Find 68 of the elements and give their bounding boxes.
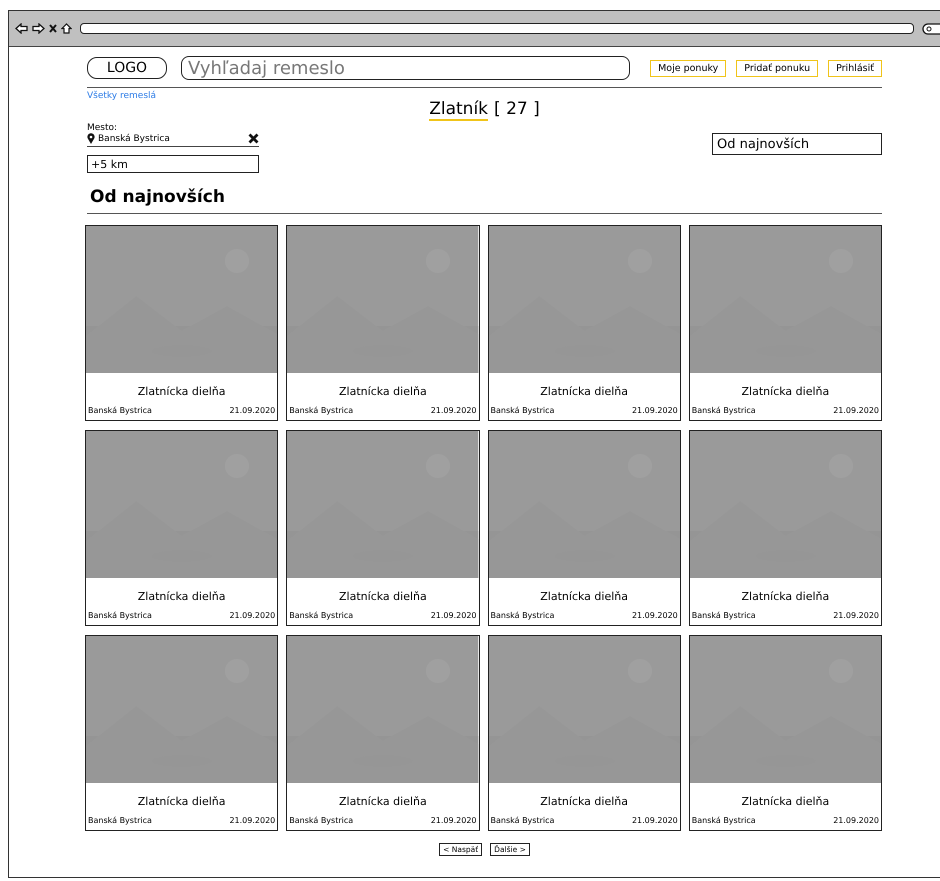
home-icon[interactable] bbox=[61, 23, 72, 34]
nav-button[interactable]: Moje ponuky bbox=[650, 60, 726, 76]
listing-city: Banská Bystrica bbox=[692, 816, 756, 825]
listing-city: Banská Bystrica bbox=[490, 816, 554, 825]
listing-date: 21.09.2020 bbox=[632, 816, 678, 825]
listing-city: Banská Bystrica bbox=[289, 816, 354, 825]
back-icon[interactable] bbox=[15, 23, 28, 34]
listing-city: Banská Bystrica bbox=[88, 611, 152, 620]
listing-title: Zlatnícka dielňa bbox=[539, 590, 629, 603]
listing-city: Banská Bystrica bbox=[88, 406, 152, 415]
address-bar[interactable] bbox=[80, 23, 914, 34]
close-icon[interactable] bbox=[49, 24, 57, 33]
logo[interactable]: LOGO bbox=[87, 57, 167, 79]
listing-date: 21.09.2020 bbox=[229, 611, 276, 620]
listing-title: Zlatnícka dielňa bbox=[740, 590, 830, 603]
listing-card[interactable]: Zlatnícka dielňa Banská Bystrica 21.09.2020 bbox=[488, 225, 681, 421]
search-field[interactable]: Vyhľadaj remeslo bbox=[181, 56, 630, 80]
listing-date: 21.09.2020 bbox=[430, 611, 476, 620]
listing-date: 21.09.2020 bbox=[632, 611, 678, 620]
listing-date: 21.09.2020 bbox=[632, 406, 678, 415]
listing-date: 21.09.2020 bbox=[833, 816, 879, 825]
listing-title: Zlatnícka dielňa bbox=[338, 795, 428, 808]
listing-title: Zlatnícka dielňa bbox=[740, 385, 830, 398]
listing-card[interactable]: Zlatnícka dielňa Banská Bystrica 21.09.2020 bbox=[85, 225, 278, 421]
listing-city: Banská Bystrica bbox=[289, 611, 354, 620]
listing-title: Zlatnícka dielňa bbox=[136, 385, 226, 398]
listing-title: Zlatnícka dielňa bbox=[539, 795, 629, 808]
sort-field[interactable]: Od najnovších bbox=[712, 133, 882, 155]
listing-city: Banská Bystrica bbox=[88, 816, 152, 825]
listing-city: Banská Bystrica bbox=[490, 406, 554, 415]
listing-city: Banská Bystrica bbox=[692, 406, 756, 415]
listing-date: 21.09.2020 bbox=[833, 611, 879, 620]
location-pin-icon bbox=[87, 133, 95, 144]
category-title: Zlatník bbox=[429, 99, 488, 121]
listing-card[interactable]: Zlatnícka dielňa Banská Bystrica 21.09.2020 bbox=[688, 430, 882, 626]
listing-title: Zlatnícka dielňa bbox=[539, 385, 629, 398]
listing-card[interactable]: Zlatnícka dielňa Banská Bystrica 21.09.2020 bbox=[286, 635, 480, 831]
result-count: [ 27 ] bbox=[494, 99, 540, 121]
listing-title: Zlatnícka dielňa bbox=[338, 385, 428, 398]
listing-title: Zlatnícka dielňa bbox=[136, 795, 226, 808]
listing-title: Zlatnícka dielňa bbox=[136, 590, 226, 603]
nav-button[interactable]: Pridať ponuku bbox=[736, 60, 818, 76]
forward-icon[interactable] bbox=[32, 23, 45, 34]
listing-card[interactable]: Zlatnícka dielňa Banská Bystrica 21.09.2020 bbox=[85, 635, 278, 831]
listing-card[interactable]: Zlatnícka dielňa Banská Bystrica 21.09.2020 bbox=[488, 635, 681, 831]
listing-card[interactable]: Zlatnícka dielňa Banská Bystrica 21.09.2020 bbox=[286, 430, 480, 626]
city-value: Banská Bystrica bbox=[98, 134, 171, 144]
clear-icon[interactable] bbox=[248, 133, 259, 144]
distance-field[interactable]: +5 km bbox=[87, 155, 259, 173]
listing-title: Zlatnícka dielňa bbox=[338, 590, 428, 603]
section-heading: Od najnovších bbox=[90, 187, 226, 207]
listing-date: 21.09.2020 bbox=[430, 406, 476, 415]
listing-city: Banská Bystrica bbox=[692, 611, 756, 620]
listing-date: 21.09.2020 bbox=[229, 406, 276, 415]
all-crafts-link[interactable]: Všetky remeslá bbox=[87, 91, 156, 101]
listing-card[interactable]: Zlatnícka dielňa Banská Bystrica 21.09.2020 bbox=[688, 635, 882, 831]
listing-date: 21.09.2020 bbox=[229, 816, 276, 825]
nav-button[interactable]: Prihlásiť bbox=[828, 60, 882, 76]
listing-card[interactable]: Zlatnícka dielňa Banská Bystrica 21.09.2020 bbox=[688, 225, 882, 421]
listing-date: 21.09.2020 bbox=[430, 816, 476, 825]
listing-card[interactable]: Zlatnícka dielňa Banská Bystrica 21.09.2020 bbox=[488, 430, 681, 626]
listing-city: Banská Bystrica bbox=[490, 611, 554, 620]
city-label: Mesto: bbox=[87, 123, 118, 133]
listing-card[interactable]: Zlatnícka dielňa Banská Bystrica 21.09.2020 bbox=[85, 430, 278, 626]
listing-date: 21.09.2020 bbox=[833, 406, 879, 415]
listing-city: Banská Bystrica bbox=[289, 406, 354, 415]
listing-title: Zlatnícka dielňa bbox=[740, 795, 830, 808]
listing-card[interactable]: Zlatnícka dielňa Banská Bystrica 21.09.2020 bbox=[286, 225, 480, 421]
